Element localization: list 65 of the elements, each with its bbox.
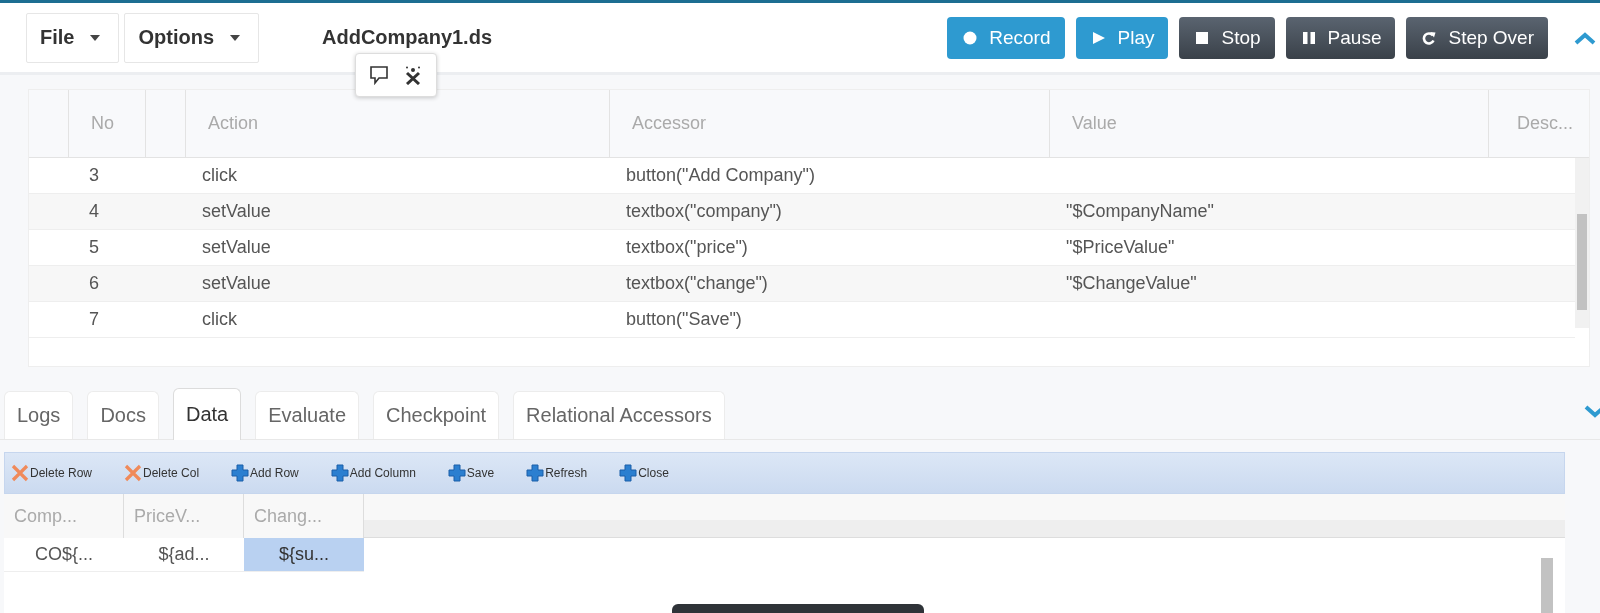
tab[interactable]: Relational Accessors bbox=[513, 391, 725, 439]
table-cell-text: 6 bbox=[88, 273, 100, 294]
table-cell-text: setValue bbox=[201, 273, 272, 294]
column-header: No bbox=[69, 90, 146, 157]
table-cell-text: "$PriceValue" bbox=[1065, 237, 1176, 258]
bug-icon bbox=[403, 65, 423, 85]
plus-icon bbox=[526, 464, 545, 482]
step-over-icon bbox=[1422, 30, 1437, 45]
column-header: PriceV... bbox=[124, 494, 244, 538]
tab[interactable]: Evaluate bbox=[255, 391, 360, 439]
toolbar-button[interactable]: Stop bbox=[1179, 16, 1275, 59]
tab[interactable]: Logs bbox=[4, 391, 74, 439]
caret-icon bbox=[90, 34, 101, 41]
comment-icon bbox=[369, 65, 389, 85]
tab[interactable]: Checkpoint bbox=[373, 391, 500, 439]
column-header: Desc... bbox=[1516, 112, 1574, 135]
column-header: Action bbox=[186, 90, 610, 157]
table-cell-text: button("Add Company") bbox=[625, 165, 816, 186]
table-cell-text: 7 bbox=[88, 309, 100, 330]
table-cell-text: "$CompanyName" bbox=[1065, 201, 1215, 222]
pause-icon bbox=[1301, 30, 1316, 45]
plus-icon bbox=[330, 464, 349, 482]
toolbar-button[interactable]: Add Column bbox=[330, 464, 416, 482]
cross-icon bbox=[124, 464, 143, 482]
toolbar-button[interactable]: Delete Row bbox=[11, 464, 93, 482]
tab[interactable]: Docs bbox=[87, 391, 159, 439]
scrollbar[interactable] bbox=[1575, 158, 1589, 328]
column-header: Comp... bbox=[4, 494, 124, 538]
table-cell[interactable]: ${su... bbox=[244, 538, 364, 572]
plus-icon bbox=[231, 464, 250, 482]
cross-icon bbox=[11, 464, 29, 482]
table-cell-text: setValue bbox=[201, 237, 272, 258]
play-icon bbox=[1091, 30, 1106, 45]
collapse-icon bbox=[1574, 30, 1596, 45]
toolbar-button[interactable]: Close bbox=[619, 464, 669, 482]
toolbar-button[interactable]: Refresh bbox=[526, 464, 588, 482]
toolbar-button[interactable]: Delete Col bbox=[124, 464, 200, 482]
table-cell-text: setValue bbox=[201, 201, 272, 222]
table-cell-text: textbox("price") bbox=[625, 237, 749, 258]
table-cell-text: button("Save") bbox=[625, 309, 743, 330]
table-cell-text: click bbox=[201, 309, 238, 330]
toolbar-button[interactable]: Add Row bbox=[231, 464, 299, 482]
table-cell-text: "$ChangeValue" bbox=[1065, 273, 1198, 294]
toolbar-button[interactable]: Save bbox=[447, 464, 495, 482]
table-cell-text: textbox("company") bbox=[625, 201, 783, 222]
table-cell-text: 3 bbox=[88, 165, 100, 186]
table-cell-text: 4 bbox=[88, 201, 100, 222]
toolbar-button[interactable]: Pause bbox=[1285, 16, 1396, 59]
tab[interactable]: Data bbox=[172, 388, 242, 440]
table-cell-text: textbox("change") bbox=[625, 273, 769, 294]
caret-icon bbox=[230, 34, 240, 41]
file-name: AddCompany1.ds bbox=[322, 26, 493, 49]
record-icon bbox=[963, 30, 978, 45]
table-cell-text: 5 bbox=[88, 237, 100, 258]
expand-icon bbox=[1584, 405, 1600, 419]
plus-icon bbox=[447, 464, 466, 482]
plus-icon bbox=[619, 464, 638, 482]
column-header: Value bbox=[1050, 90, 1489, 157]
column-header: Accessor bbox=[610, 90, 1050, 157]
table-cell[interactable]: CO${... bbox=[4, 538, 124, 572]
table-cell-text: click bbox=[201, 165, 238, 186]
menu-button[interactable]: File bbox=[26, 12, 120, 63]
stop-icon bbox=[1195, 30, 1210, 45]
toolbar-button[interactable]: Step Over bbox=[1406, 16, 1548, 59]
menu-button[interactable]: Options bbox=[124, 12, 259, 63]
